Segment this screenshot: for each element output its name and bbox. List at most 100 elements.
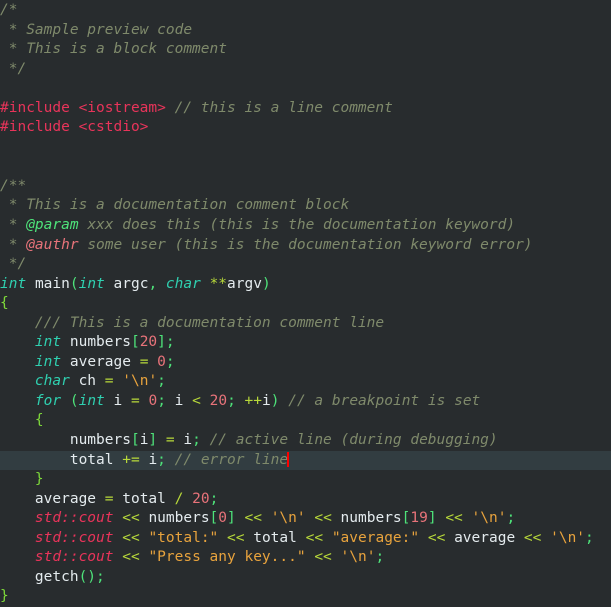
code-token-num: 0 [218,510,228,527]
code-token-ident: ch [78,373,97,390]
code-token-kw: char [165,275,201,292]
code-line[interactable]: /* [0,1,611,21]
code-line[interactable]: * @param xxx does this (this is the docu… [0,216,611,236]
code-token-brace: } [0,588,9,605]
code-line[interactable]: * This is a documentation comment block [0,196,611,216]
code-line[interactable] [0,79,611,99]
code-line[interactable]: char ch = '\n'; [0,372,611,392]
code-line[interactable]: * Sample preview code [0,21,611,41]
code-token-punc: ; [157,451,166,468]
code-token-punc: ] [227,510,236,527]
code-token-punc: ; [165,353,175,370]
code-line[interactable]: { [0,294,611,314]
code-token-op: << [227,529,245,546]
code-token-dockwerr: @authr [26,236,79,253]
code-token-ident: numbers [69,334,131,351]
code-line[interactable]: std::cout << "Press any key..." << '\n'; [0,548,611,568]
code-token-kw: for [34,392,62,409]
code-line[interactable]: * This is a block comment [0,40,611,60]
code-line[interactable]: average = total / 20; [0,490,611,510]
code-token-cmt: // this is a line comment [174,99,393,116]
code-token-num: 19 [410,510,428,527]
code-line[interactable]: numbers[i] = i; // active line (during d… [0,431,611,451]
code-token-punc: ] [427,510,437,527]
code-editor-preview[interactable]: /* * Sample preview code * This is a blo… [0,0,611,604]
code-token-punc: ] [148,432,158,449]
code-token-punc: [ [209,510,219,527]
code-token-punc: ; [375,549,385,566]
code-token-ident: total [122,490,166,507]
code-token-ident: i [262,392,271,409]
code-line[interactable]: int numbers[20]; [0,333,611,353]
code-token-ident: numbers [69,432,131,449]
code-line[interactable]: getch(); [0,568,611,588]
code-line[interactable]: */ [0,60,611,80]
code-line[interactable]: std::cout << numbers[0] << '\n' << numbe… [0,509,611,529]
code-line[interactable]: int average = 0; [0,353,611,373]
code-line[interactable]: * @authr some user (this is the document… [0,236,611,256]
code-token-std: std::cout [34,549,114,566]
code-line[interactable]: #include <iostream> // this is a line co… [0,99,611,119]
code-token-op: << [523,529,542,546]
code-line-current[interactable]: total += i; // error line [0,450,611,471]
code-token-doc: * [0,236,27,253]
code-token-ident: i [183,432,193,449]
code-token-pre: #include <iostream> [0,99,166,116]
code-line[interactable]: } [0,587,611,607]
code-token-brace: { [0,295,9,312]
code-token-punc: ; [157,373,166,390]
code-line[interactable]: /** [0,177,611,197]
code-token-num: 20 [139,334,158,351]
code-token-punc: (); [78,568,105,585]
code-line[interactable]: /// This is a documentation comment line [0,314,611,334]
code-token-punc: ( [69,392,79,409]
code-token-ident: argv [227,275,262,292]
code-line[interactable] [0,138,611,158]
code-line[interactable]: for (int i = 0; i < 20; ++i) // a breakp… [0,392,611,412]
code-token-kw: int [78,275,105,292]
text-cursor [287,451,290,467]
code-token-op: ** [209,275,228,292]
code-token-doc: * This is a documentation comment block [0,197,350,214]
code-line[interactable]: { [0,411,611,431]
code-line[interactable]: */ [0,255,611,275]
code-token-doc: some user (this is the documentation key… [78,236,533,253]
code-token-cmt: // a breakpoint is set [288,392,481,409]
code-token-op: << [244,510,262,527]
code-token-str: '\n' [122,373,158,390]
code-line[interactable] [0,157,611,177]
code-token-op: << [314,549,332,566]
code-token-dockw: @param [26,217,79,234]
code-token-ident: numbers [340,510,402,527]
code-line[interactable]: #include <cstdio> [0,118,611,138]
code-line[interactable]: std::cout << "total:" << total << "avera… [0,529,611,549]
code-token-op: += [122,451,140,468]
code-token-str: '\n' [270,510,306,527]
code-token-ident: getch [34,568,79,585]
code-line[interactable]: int main(int argc, char **argv) [0,275,611,295]
code-line[interactable]: } [0,470,611,490]
